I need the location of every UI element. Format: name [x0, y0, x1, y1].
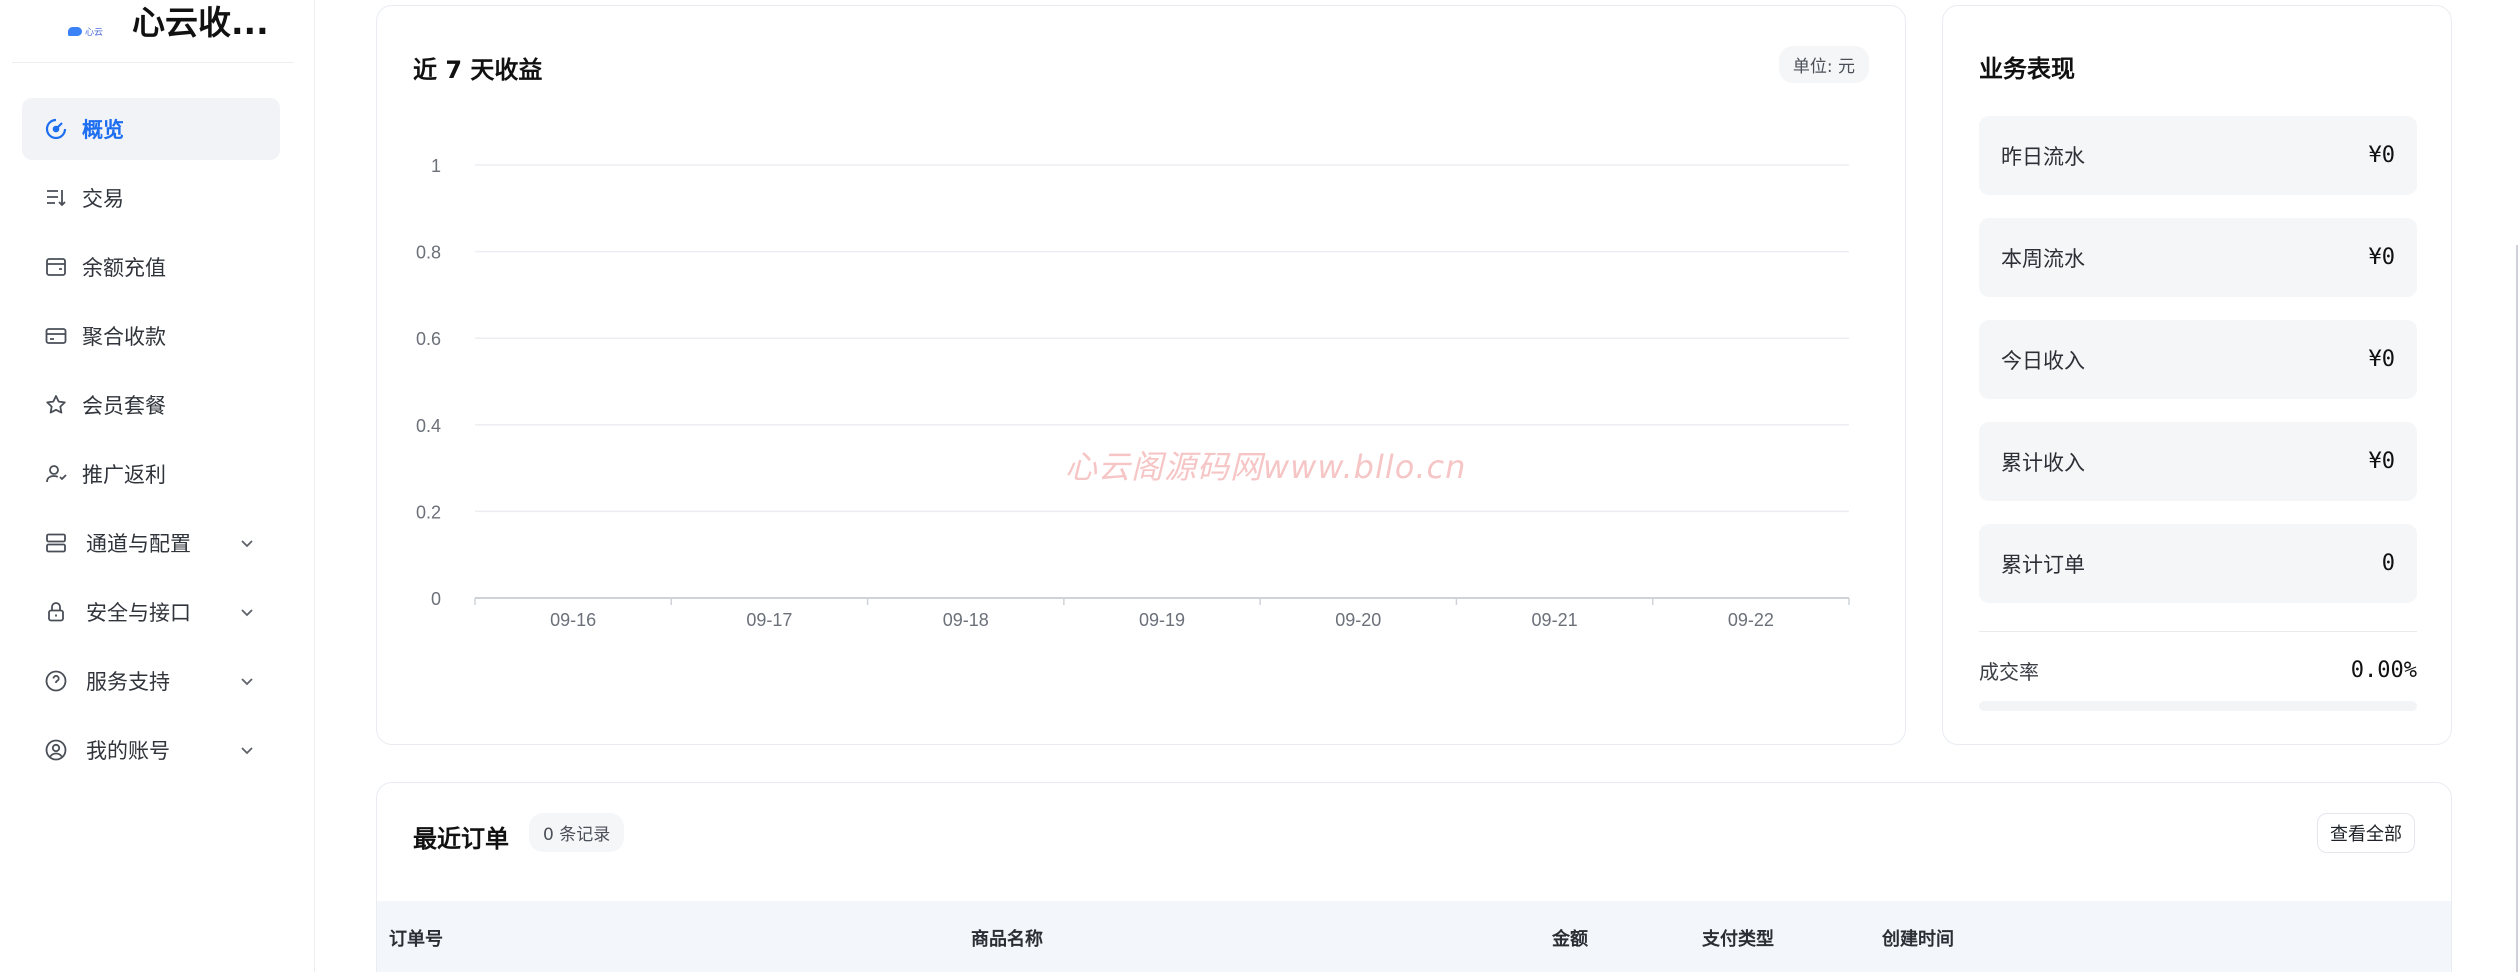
- sidebar-item-security-api[interactable]: 安全与接口: [22, 581, 280, 643]
- metric-yesterday-flow: 昨日流水 ¥0: [1979, 116, 2417, 195]
- list-sort-icon: [44, 186, 68, 210]
- sidebar-item-support[interactable]: 服务支持: [22, 650, 280, 712]
- y-tick-label: 0.8: [416, 243, 441, 263]
- x-tick-label: 09-20: [1335, 610, 1381, 630]
- wallet-icon: [44, 255, 68, 279]
- revenue-line-chart[interactable]: 0 0.2 0.4 0.6 0.8 1 09-16 09-17 09-18 09-19 09-20 0…: [377, 6, 1907, 746]
- sidebar-item-my-account[interactable]: 我的账号: [22, 719, 280, 781]
- metric-value: ¥0: [2368, 347, 2396, 372]
- sidebar-item-label: 交易: [82, 187, 124, 211]
- y-tick-label: 0.6: [416, 329, 441, 349]
- chevron-down-icon[interactable]: [238, 534, 256, 552]
- y-tick-label: 0: [431, 589, 441, 609]
- y-tick-label: 0.4: [416, 416, 441, 436]
- brand-logo-text: 心云: [85, 27, 104, 38]
- x-tick-label: 09-21: [1532, 610, 1578, 630]
- metric-label: 本周流水: [2001, 246, 2085, 271]
- chevron-down-icon[interactable]: [238, 741, 256, 759]
- metric-label: 累计订单: [2001, 552, 2085, 577]
- sidebar: 心云 心云收... 概览 交易 余额充值 聚合收款 会员套餐 推广返利 通道与配…: [0, 0, 315, 972]
- column-header-created-at[interactable]: 创建时间: [1882, 925, 1954, 951]
- conversion-rate-label: 成交率: [1979, 660, 2039, 684]
- lock-icon: [44, 600, 68, 624]
- brand-name: 心云收...: [132, 3, 269, 42]
- metric-today-income: 今日收入 ¥0: [1979, 320, 2417, 399]
- star-icon: [44, 393, 68, 417]
- column-header-product[interactable]: 商品名称: [971, 925, 1043, 951]
- metric-label: 今日收入: [2001, 348, 2085, 373]
- orders-title: 最近订单: [413, 825, 509, 853]
- sidebar-item-membership[interactable]: 会员套餐: [22, 374, 280, 436]
- sidebar-item-channels-config[interactable]: 通道与配置: [22, 512, 280, 574]
- gauge-icon: [44, 117, 68, 141]
- conversion-rate-row: 成交率 0.00%: [1979, 656, 2417, 685]
- chevron-down-icon[interactable]: [238, 603, 256, 621]
- metric-week-flow: 本周流水 ¥0: [1979, 218, 2417, 297]
- sidebar-item-label: 会员套餐: [82, 394, 166, 418]
- metric-total-orders: 累计订单 0: [1979, 524, 2417, 603]
- column-header-pay-type[interactable]: 支付类型: [1702, 925, 1774, 951]
- sidebar-item-label: 概览: [82, 118, 124, 142]
- help-icon: [44, 669, 68, 693]
- sidebar-item-label: 我的账号: [86, 739, 170, 763]
- divider: [1979, 631, 2417, 632]
- sidebar-item-transactions[interactable]: 交易: [22, 167, 280, 229]
- metric-value: 0: [2381, 551, 2395, 576]
- metric-label: 昨日流水: [2001, 144, 2085, 169]
- metric-value: ¥0: [2368, 449, 2396, 474]
- x-tick-label: 09-17: [746, 610, 792, 630]
- metric-label: 累计收入: [2001, 450, 2085, 475]
- x-tick-label: 09-22: [1728, 610, 1774, 630]
- column-header-amount[interactable]: 金额: [1552, 925, 1588, 951]
- x-tick-label: 09-16: [550, 610, 596, 630]
- business-title: 业务表现: [1979, 55, 2075, 83]
- x-tick-label: 09-18: [943, 610, 989, 630]
- sidebar-item-label: 安全与接口: [86, 601, 191, 625]
- metric-value: ¥0: [2368, 245, 2396, 270]
- sidebar-item-label: 余额充值: [82, 256, 166, 280]
- conversion-rate-progress: [1979, 701, 2417, 711]
- revenue-chart-card: 近 7 天收益 单位: 元 0 0.2 0.4 0.6 0.8 1 09-16 09-17 09…: [376, 5, 1906, 745]
- record-count-badge: 0 条记录: [529, 813, 625, 852]
- watermark-text: 心云阁源码网www.bllo.cn: [1065, 448, 1467, 486]
- sidebar-item-aggregate-payment[interactable]: 聚合收款: [22, 305, 280, 367]
- orders-table-header: 订单号 商品名称 金额 支付类型 创建时间: [377, 901, 2451, 972]
- sidebar-item-label: 服务支持: [86, 670, 170, 694]
- sidebar-item-recharge[interactable]: 余额充值: [22, 236, 280, 298]
- metric-total-income: 累计收入 ¥0: [1979, 422, 2417, 501]
- chevron-down-icon[interactable]: [238, 672, 256, 690]
- sidebar-item-label: 聚合收款: [82, 325, 166, 349]
- brand-logo: 心云: [68, 24, 110, 38]
- sidebar-item-label: 通道与配置: [86, 532, 191, 556]
- logo-mark-icon: [68, 26, 82, 36]
- card-icon: [44, 324, 68, 348]
- conversion-rate-value: 0.00%: [2350, 658, 2417, 683]
- column-header-order-no[interactable]: 订单号: [389, 925, 443, 951]
- sidebar-item-referral[interactable]: 推广返利: [22, 443, 280, 505]
- brand[interactable]: 心云 心云收...: [12, 0, 294, 63]
- users-icon: [44, 462, 68, 486]
- sidebar-item-label: 推广返利: [82, 463, 166, 487]
- user-circle-icon: [44, 738, 68, 762]
- view-all-button[interactable]: 查看全部: [2317, 813, 2415, 853]
- recent-orders-card: 最近订单 0 条记录 查看全部 订单号 商品名称 金额 支付类型 创建时间: [376, 782, 2452, 972]
- y-tick-label: 0.2: [416, 502, 441, 522]
- y-tick-label: 1: [431, 156, 441, 176]
- metric-value: ¥0: [2368, 143, 2396, 168]
- x-tick-label: 09-19: [1139, 610, 1185, 630]
- sidebar-nav: 概览 交易 余额充值 聚合收款 会员套餐 推广返利 通道与配置 安全与接口 服务…: [22, 98, 280, 788]
- business-performance-card: 业务表现 昨日流水 ¥0 本周流水 ¥0 今日收入 ¥0 累计收入 ¥0 累计订…: [1942, 5, 2452, 745]
- sidebar-item-overview[interactable]: 概览: [22, 98, 280, 160]
- server-icon: [44, 531, 68, 555]
